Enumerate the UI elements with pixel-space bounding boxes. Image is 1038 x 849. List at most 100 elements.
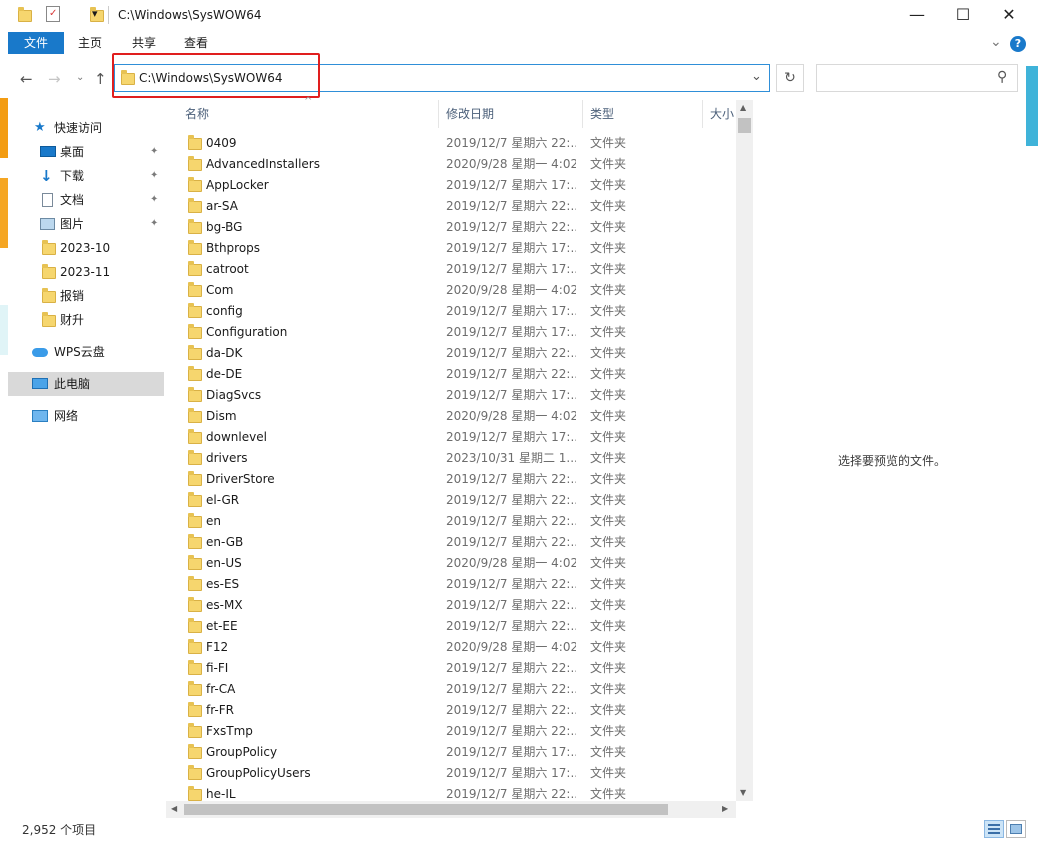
- sidebar-item-this-pc[interactable]: 此电脑: [8, 372, 164, 396]
- table-row[interactable]: downlevel 2019/12/7 星期六 17:... 文件夹: [166, 427, 736, 448]
- minimize-button[interactable]: —: [894, 0, 940, 30]
- sidebar-item-pictures[interactable]: 图片 ✦: [8, 212, 164, 236]
- column-header-type[interactable]: 类型: [590, 100, 614, 128]
- column-divider[interactable]: [582, 100, 583, 128]
- file-type: 文件夹: [590, 409, 627, 423]
- maximize-button[interactable]: ☐: [940, 0, 986, 30]
- table-row[interactable]: Dism 2020/9/28 星期一 4:02 文件夹: [166, 406, 736, 427]
- file-type: 文件夹: [590, 241, 627, 255]
- forward-button[interactable]: →: [48, 70, 61, 88]
- sidebar-item-wps-cloud[interactable]: WPS云盘: [8, 340, 164, 364]
- sidebar-item-2023-11[interactable]: 2023-11: [8, 260, 164, 284]
- folder-icon: [188, 786, 202, 801]
- sidebar-item-label: 2023-10: [60, 241, 111, 255]
- table-row[interactable]: FxsTmp 2019/12/7 星期六 22:... 文件夹: [166, 721, 736, 742]
- table-row[interactable]: F12 2020/9/28 星期一 4:02 文件夹: [166, 637, 736, 658]
- help-icon[interactable]: ?: [1010, 36, 1026, 52]
- table-row[interactable]: drivers 2023/10/31 星期二 1... 文件夹: [166, 448, 736, 469]
- column-divider[interactable]: [438, 100, 439, 128]
- vertical-scrollbar[interactable]: [736, 100, 753, 801]
- table-row[interactable]: fr-CA 2019/12/7 星期六 22:... 文件夹: [166, 679, 736, 700]
- properties-icon[interactable]: ✓: [46, 6, 60, 22]
- file-date: 2019/12/7 星期六 17:...: [446, 325, 576, 339]
- tab-file[interactable]: 文件: [8, 32, 64, 54]
- search-input[interactable]: ⚲: [816, 64, 1018, 92]
- sidebar-item-reimbursement[interactable]: 报销: [8, 284, 164, 308]
- folder-icon: [188, 471, 202, 486]
- recent-locations-icon[interactable]: ⌄: [76, 72, 84, 83]
- scroll-up-icon[interactable]: ▲: [740, 103, 746, 112]
- sidebar-item-quick-access[interactable]: ★ 快速访问: [8, 116, 164, 140]
- file-date: 2019/12/7 星期六 22:...: [446, 598, 576, 612]
- back-button[interactable]: ←: [20, 70, 33, 88]
- file-type: 文件夹: [590, 766, 627, 780]
- table-row[interactable]: fr-FR 2019/12/7 星期六 22:... 文件夹: [166, 700, 736, 721]
- refresh-button[interactable]: ↻: [776, 64, 804, 92]
- file-date: 2020/9/28 星期一 4:02: [446, 157, 576, 171]
- table-row[interactable]: GroupPolicyUsers 2019/12/7 星期六 17:... 文件夹: [166, 763, 736, 784]
- sidebar-item-desktop[interactable]: 桌面 ✦: [8, 140, 164, 164]
- file-date: 2019/12/7 星期六 22:...: [446, 199, 576, 213]
- table-row[interactable]: Com 2020/9/28 星期一 4:02 文件夹: [166, 280, 736, 301]
- address-dropdown-icon[interactable]: ⌄: [751, 69, 762, 84]
- table-row[interactable]: Bthprops 2019/12/7 星期六 17:... 文件夹: [166, 238, 736, 259]
- sidebar-item-caisheng[interactable]: 财升: [8, 308, 164, 332]
- table-row[interactable]: AppLocker 2019/12/7 星期六 17:... 文件夹: [166, 175, 736, 196]
- file-type: 文件夹: [590, 325, 627, 339]
- table-row[interactable]: da-DK 2019/12/7 星期六 22:... 文件夹: [166, 343, 736, 364]
- sidebar-item-downloads[interactable]: ↓ 下载 ✦: [8, 164, 164, 188]
- column-header-name[interactable]: 名称: [185, 100, 209, 128]
- tab-home[interactable]: 主页: [68, 32, 112, 54]
- file-type: 文件夹: [590, 619, 627, 633]
- vertical-scroll-thumb[interactable]: [738, 118, 751, 133]
- close-button[interactable]: ✕: [986, 0, 1032, 30]
- table-row[interactable]: ar-SA 2019/12/7 星期六 22:... 文件夹: [166, 196, 736, 217]
- table-row[interactable]: es-ES 2019/12/7 星期六 22:... 文件夹: [166, 574, 736, 595]
- file-date: 2019/12/7 星期六 22:...: [446, 535, 576, 549]
- large-icons-view-button[interactable]: [1006, 820, 1026, 838]
- table-row[interactable]: config 2019/12/7 星期六 17:... 文件夹: [166, 301, 736, 322]
- table-row[interactable]: GroupPolicy 2019/12/7 星期六 17:... 文件夹: [166, 742, 736, 763]
- scroll-down-icon[interactable]: ▼: [740, 788, 746, 797]
- column-header-date[interactable]: 修改日期: [446, 100, 494, 128]
- up-button[interactable]: ↑: [94, 70, 107, 88]
- sidebar-item-2023-10[interactable]: 2023-10: [8, 236, 164, 260]
- sidebar-item-network[interactable]: 网络: [8, 404, 164, 428]
- table-row[interactable]: Configuration 2019/12/7 星期六 17:... 文件夹: [166, 322, 736, 343]
- table-row[interactable]: en 2019/12/7 星期六 22:... 文件夹: [166, 511, 736, 532]
- table-row[interactable]: DriverStore 2019/12/7 星期六 22:... 文件夹: [166, 469, 736, 490]
- table-row[interactable]: et-EE 2019/12/7 星期六 22:... 文件夹: [166, 616, 736, 637]
- horizontal-scroll-thumb[interactable]: [184, 804, 668, 815]
- table-row[interactable]: DiagSvcs 2019/12/7 星期六 17:... 文件夹: [166, 385, 736, 406]
- folder-icon: [188, 156, 202, 171]
- column-header-size[interactable]: 大小: [710, 100, 736, 128]
- file-type: 文件夹: [590, 178, 627, 192]
- table-row[interactable]: el-GR 2019/12/7 星期六 22:... 文件夹: [166, 490, 736, 511]
- table-row[interactable]: fi-FI 2019/12/7 星期六 22:... 文件夹: [166, 658, 736, 679]
- file-date: 2019/12/7 星期六 22:...: [446, 493, 576, 507]
- table-row[interactable]: catroot 2019/12/7 星期六 17:... 文件夹: [166, 259, 736, 280]
- table-row[interactable]: bg-BG 2019/12/7 星期六 22:... 文件夹: [166, 217, 736, 238]
- file-type: 文件夹: [590, 514, 627, 528]
- tab-share[interactable]: 共享: [122, 32, 166, 54]
- column-divider[interactable]: [702, 100, 703, 128]
- scroll-right-icon[interactable]: ▶: [722, 804, 728, 813]
- folder-icon: [188, 723, 202, 738]
- sidebar-item-documents[interactable]: 文档 ✦: [8, 188, 164, 212]
- file-name: Configuration: [206, 325, 288, 339]
- ribbon-expand-icon[interactable]: ⌄: [990, 34, 1002, 50]
- qat-dropdown-icon[interactable]: ▾: [92, 7, 98, 20]
- file-date: 2019/12/7 星期六 17:...: [446, 304, 576, 318]
- details-view-button[interactable]: [984, 820, 1004, 838]
- table-row[interactable]: 0409 2019/12/7 星期六 22:... 文件夹: [166, 133, 736, 154]
- table-row[interactable]: AdvancedInstallers 2020/9/28 星期一 4:02 文件夹: [166, 154, 736, 175]
- folder-icon: [188, 492, 202, 507]
- table-row[interactable]: de-DE 2019/12/7 星期六 22:... 文件夹: [166, 364, 736, 385]
- tab-view[interactable]: 查看: [174, 32, 218, 54]
- table-row[interactable]: en-US 2020/9/28 星期一 4:02 文件夹: [166, 553, 736, 574]
- folder-icon: [188, 366, 202, 381]
- table-row[interactable]: en-GB 2019/12/7 星期六 22:... 文件夹: [166, 532, 736, 553]
- scroll-left-icon[interactable]: ◀: [171, 804, 177, 813]
- file-date: 2019/12/7 星期六 17:...: [446, 745, 576, 759]
- table-row[interactable]: es-MX 2019/12/7 星期六 22:... 文件夹: [166, 595, 736, 616]
